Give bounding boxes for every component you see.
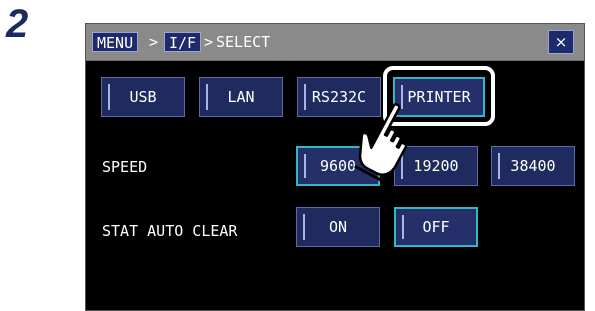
breadcrumb-menu[interactable]: MENU xyxy=(92,32,139,52)
speed-38400-button[interactable]: 38400 xyxy=(491,146,575,186)
interface-usb-button[interactable]: USB xyxy=(101,77,185,117)
interface-lan-button[interactable]: LAN xyxy=(199,77,283,117)
device-screen: MENU > I/F > SELECT × USB LAN RS232C PRI… xyxy=(85,23,585,311)
breadcrumb-separator: > xyxy=(149,33,159,51)
stat-auto-clear-on-button[interactable]: ON xyxy=(296,207,380,247)
pointing-hand-icon xyxy=(354,103,408,183)
stat-auto-clear-label: STAT AUTO CLEAR xyxy=(102,222,238,240)
step-number: 2 xyxy=(6,2,29,46)
speed-label: SPEED xyxy=(102,158,148,176)
breadcrumb-select: SELECT xyxy=(216,33,271,51)
stat-auto-clear-off-button[interactable]: OFF xyxy=(394,207,478,247)
close-icon[interactable]: × xyxy=(548,30,574,54)
title-bar: MENU > I/F > SELECT × xyxy=(86,24,584,61)
breadcrumb-if[interactable]: I/F xyxy=(164,32,202,52)
breadcrumb-separator: > xyxy=(204,33,214,51)
